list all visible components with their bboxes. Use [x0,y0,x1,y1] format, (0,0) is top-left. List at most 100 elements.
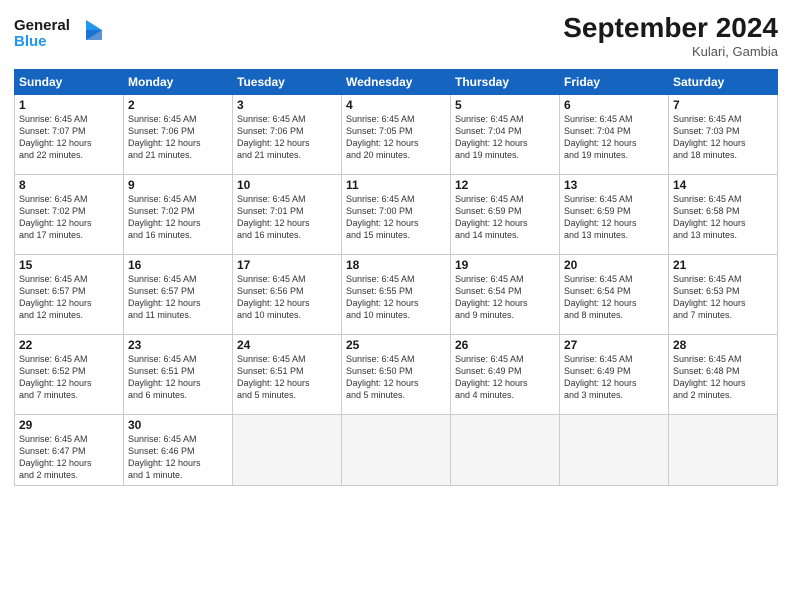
day-info: Sunrise: 6:45 AM Sunset: 6:51 PM Dayligh… [237,353,337,402]
calendar-cell: 24Sunrise: 6:45 AM Sunset: 6:51 PM Dayli… [233,335,342,415]
day-number: 11 [346,178,446,192]
calendar-cell: 17Sunrise: 6:45 AM Sunset: 6:56 PM Dayli… [233,255,342,335]
day-number: 15 [19,258,119,272]
day-number: 1 [19,98,119,112]
calendar-cell: 14Sunrise: 6:45 AM Sunset: 6:58 PM Dayli… [669,175,778,255]
day-info: Sunrise: 6:45 AM Sunset: 6:50 PM Dayligh… [346,353,446,402]
day-of-week-header: Monday [124,70,233,95]
calendar-cell: 26Sunrise: 6:45 AM Sunset: 6:49 PM Dayli… [451,335,560,415]
day-info: Sunrise: 6:45 AM Sunset: 7:02 PM Dayligh… [128,193,228,242]
calendar-cell: 27Sunrise: 6:45 AM Sunset: 6:49 PM Dayli… [560,335,669,415]
day-number: 2 [128,98,228,112]
day-info: Sunrise: 6:45 AM Sunset: 6:53 PM Dayligh… [673,273,773,322]
calendar-cell: 12Sunrise: 6:45 AM Sunset: 6:59 PM Dayli… [451,175,560,255]
day-info: Sunrise: 6:45 AM Sunset: 6:48 PM Dayligh… [673,353,773,402]
calendar-cell: 2Sunrise: 6:45 AM Sunset: 7:06 PM Daylig… [124,95,233,175]
day-number: 5 [455,98,555,112]
month-title: September 2024 [563,12,778,44]
day-info: Sunrise: 6:45 AM Sunset: 7:01 PM Dayligh… [237,193,337,242]
calendar-cell [342,415,451,486]
day-info: Sunrise: 6:45 AM Sunset: 7:03 PM Dayligh… [673,113,773,162]
calendar-cell: 9Sunrise: 6:45 AM Sunset: 7:02 PM Daylig… [124,175,233,255]
day-info: Sunrise: 6:45 AM Sunset: 6:55 PM Dayligh… [346,273,446,322]
day-info: Sunrise: 6:45 AM Sunset: 6:56 PM Dayligh… [237,273,337,322]
day-number: 19 [455,258,555,272]
day-number: 21 [673,258,773,272]
day-info: Sunrise: 6:45 AM Sunset: 7:06 PM Dayligh… [128,113,228,162]
day-info: Sunrise: 6:45 AM Sunset: 7:07 PM Dayligh… [19,113,119,162]
calendar-header-row: SundayMondayTuesdayWednesdayThursdayFrid… [15,70,778,95]
calendar-cell: 25Sunrise: 6:45 AM Sunset: 6:50 PM Dayli… [342,335,451,415]
day-info: Sunrise: 6:45 AM Sunset: 6:52 PM Dayligh… [19,353,119,402]
day-number: 4 [346,98,446,112]
day-info: Sunrise: 6:45 AM Sunset: 7:04 PM Dayligh… [564,113,664,162]
day-number: 23 [128,338,228,352]
calendar-body: 1Sunrise: 6:45 AM Sunset: 7:07 PM Daylig… [15,95,778,486]
day-number: 28 [673,338,773,352]
logo: General Blue [14,12,104,61]
day-number: 20 [564,258,664,272]
day-info: Sunrise: 6:45 AM Sunset: 7:02 PM Dayligh… [19,193,119,242]
calendar-cell: 4Sunrise: 6:45 AM Sunset: 7:05 PM Daylig… [342,95,451,175]
calendar-cell: 16Sunrise: 6:45 AM Sunset: 6:57 PM Dayli… [124,255,233,335]
day-number: 25 [346,338,446,352]
day-of-week-header: Saturday [669,70,778,95]
day-number: 17 [237,258,337,272]
day-number: 14 [673,178,773,192]
day-number: 29 [19,418,119,432]
day-info: Sunrise: 6:45 AM Sunset: 6:47 PM Dayligh… [19,433,119,482]
day-number: 30 [128,418,228,432]
day-number: 10 [237,178,337,192]
day-info: Sunrise: 6:45 AM Sunset: 6:58 PM Dayligh… [673,193,773,242]
day-of-week-header: Thursday [451,70,560,95]
calendar-cell [451,415,560,486]
day-info: Sunrise: 6:45 AM Sunset: 7:05 PM Dayligh… [346,113,446,162]
calendar-cell: 6Sunrise: 6:45 AM Sunset: 7:04 PM Daylig… [560,95,669,175]
day-number: 22 [19,338,119,352]
calendar-cell: 22Sunrise: 6:45 AM Sunset: 6:52 PM Dayli… [15,335,124,415]
calendar-cell: 10Sunrise: 6:45 AM Sunset: 7:01 PM Dayli… [233,175,342,255]
calendar-cell: 20Sunrise: 6:45 AM Sunset: 6:54 PM Dayli… [560,255,669,335]
day-of-week-header: Sunday [15,70,124,95]
calendar-cell: 29Sunrise: 6:45 AM Sunset: 6:47 PM Dayli… [15,415,124,486]
calendar-cell: 15Sunrise: 6:45 AM Sunset: 6:57 PM Dayli… [15,255,124,335]
calendar-cell [560,415,669,486]
calendar-cell: 18Sunrise: 6:45 AM Sunset: 6:55 PM Dayli… [342,255,451,335]
day-info: Sunrise: 6:45 AM Sunset: 6:51 PM Dayligh… [128,353,228,402]
calendar-cell [233,415,342,486]
svg-text:General: General [14,17,70,34]
day-info: Sunrise: 6:45 AM Sunset: 6:59 PM Dayligh… [455,193,555,242]
day-number: 12 [455,178,555,192]
day-number: 9 [128,178,228,192]
day-of-week-header: Tuesday [233,70,342,95]
day-info: Sunrise: 6:45 AM Sunset: 7:06 PM Dayligh… [237,113,337,162]
day-number: 24 [237,338,337,352]
day-number: 3 [237,98,337,112]
day-number: 26 [455,338,555,352]
day-info: Sunrise: 6:45 AM Sunset: 6:59 PM Dayligh… [564,193,664,242]
day-info: Sunrise: 6:45 AM Sunset: 6:54 PM Dayligh… [564,273,664,322]
title-block: September 2024 Kulari, Gambia [563,12,778,59]
svg-text:Blue: Blue [14,33,47,50]
day-number: 18 [346,258,446,272]
day-of-week-header: Friday [560,70,669,95]
calendar-cell: 28Sunrise: 6:45 AM Sunset: 6:48 PM Dayli… [669,335,778,415]
calendar: SundayMondayTuesdayWednesdayThursdayFrid… [14,69,778,486]
calendar-cell: 13Sunrise: 6:45 AM Sunset: 6:59 PM Dayli… [560,175,669,255]
subtitle: Kulari, Gambia [563,44,778,59]
day-info: Sunrise: 6:45 AM Sunset: 7:00 PM Dayligh… [346,193,446,242]
day-of-week-header: Wednesday [342,70,451,95]
logo-icon: General Blue [14,12,104,56]
calendar-cell: 19Sunrise: 6:45 AM Sunset: 6:54 PM Dayli… [451,255,560,335]
day-number: 7 [673,98,773,112]
day-number: 27 [564,338,664,352]
day-info: Sunrise: 6:45 AM Sunset: 7:04 PM Dayligh… [455,113,555,162]
day-info: Sunrise: 6:45 AM Sunset: 6:49 PM Dayligh… [455,353,555,402]
calendar-cell [669,415,778,486]
day-info: Sunrise: 6:45 AM Sunset: 6:46 PM Dayligh… [128,433,228,482]
day-number: 8 [19,178,119,192]
calendar-cell: 1Sunrise: 6:45 AM Sunset: 7:07 PM Daylig… [15,95,124,175]
calendar-cell: 7Sunrise: 6:45 AM Sunset: 7:03 PM Daylig… [669,95,778,175]
day-info: Sunrise: 6:45 AM Sunset: 6:57 PM Dayligh… [19,273,119,322]
day-number: 13 [564,178,664,192]
